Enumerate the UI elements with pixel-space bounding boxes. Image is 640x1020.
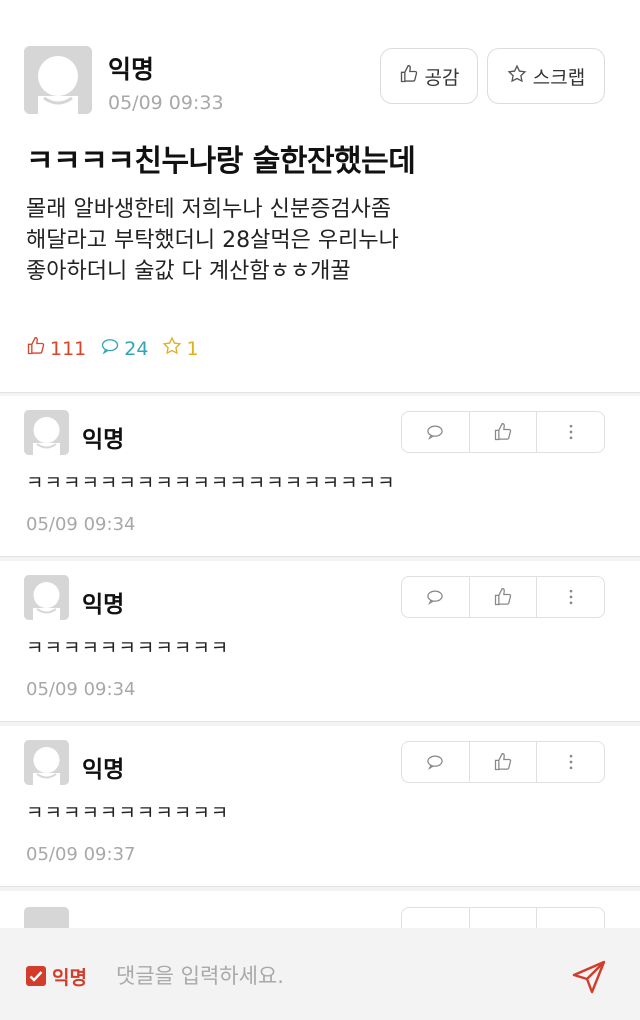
comment-author: 익명 xyxy=(82,427,125,453)
thumbs-up-icon xyxy=(494,753,512,771)
comment-actions xyxy=(401,576,605,618)
comment-actions xyxy=(401,411,605,453)
comment-list: 익명 ㅋㅋㅋㅋㅋㅋㅋㅋㅋㅋㅋㅋㅋㅋㅋㅋㅋㅋㅋㅋ 05/09 09:34 익명 ㅋ… xyxy=(0,396,640,931)
avatar-icon xyxy=(24,575,69,620)
more-options-button[interactable] xyxy=(536,412,604,452)
comment-text: ㅋㅋㅋㅋㅋㅋㅋㅋㅋㅋㅋ xyxy=(26,637,230,659)
more-vertical-icon xyxy=(569,589,573,605)
thumbs-up-icon xyxy=(26,336,46,361)
reply-button[interactable] xyxy=(402,577,469,617)
thumbs-up-icon xyxy=(494,588,512,606)
anonymous-checkbox[interactable] xyxy=(26,966,46,986)
scrap-count: 1 xyxy=(162,336,199,361)
comment-like-button[interactable] xyxy=(468,742,537,782)
star-icon xyxy=(162,336,182,361)
speech-bubble-icon xyxy=(427,755,444,770)
post-body-line: 몰래 알바생한테 저희누나 신분증검사좀 xyxy=(26,197,392,222)
send-icon xyxy=(572,960,606,994)
more-options-button[interactable] xyxy=(536,742,604,782)
avatar-icon xyxy=(24,46,92,114)
send-button[interactable] xyxy=(570,958,608,996)
comment-actions xyxy=(401,741,605,783)
like-button[interactable]: 공감 xyxy=(380,48,478,104)
more-vertical-icon xyxy=(569,424,573,440)
reply-button[interactable] xyxy=(402,412,469,452)
comment-timestamp: 05/09 09:34 xyxy=(26,514,136,535)
avatar-icon xyxy=(24,740,69,785)
comment-item: 익명 ㅋㅋㅋㅋㅋㅋㅋㅋㅋㅋㅋ 05/09 09:34 xyxy=(0,561,640,722)
comment-text: ㅋㅋㅋㅋㅋㅋㅋㅋㅋㅋㅋㅋㅋㅋㅋㅋㅋㅋㅋㅋ xyxy=(26,472,396,494)
comment-timestamp: 05/09 09:37 xyxy=(26,844,136,865)
comment-input[interactable] xyxy=(114,958,548,994)
thumbs-up-icon xyxy=(399,64,419,89)
checkbox-icon xyxy=(29,971,43,982)
speech-bubble-icon xyxy=(427,590,444,605)
comment-count-value: 24 xyxy=(124,337,149,360)
post-body: 몰래 알바생한테 저희누나 신분증검사좀 해달라고 부탁했더니 28살먹은 우리… xyxy=(26,194,616,287)
comment-like-button[interactable] xyxy=(468,412,537,452)
comment-item: 익명 ㅋㅋㅋㅋㅋㅋㅋㅋㅋㅋㅋㅋㅋㅋㅋㅋㅋㅋㅋㅋ 05/09 09:34 xyxy=(0,396,640,557)
speech-bubble-icon xyxy=(427,425,444,440)
comment-timestamp: 05/09 09:34 xyxy=(26,679,136,700)
post-author: 익명 xyxy=(108,55,155,84)
comment-text: ㅋㅋㅋㅋㅋㅋㅋㅋㅋㅋㅋ xyxy=(26,802,230,824)
scrap-button-label: 스크랩 xyxy=(532,66,586,89)
more-vertical-icon xyxy=(569,754,573,770)
post-title: ㅋㅋㅋㅋ친누나랑 술한잔했는데 xyxy=(26,144,416,179)
comment-author: 익명 xyxy=(82,757,125,783)
post-timestamp: 05/09 09:33 xyxy=(108,92,224,114)
post-stats: 111 24 1 xyxy=(26,336,199,361)
speech-bubble-icon xyxy=(100,336,120,361)
comment-author: 익명 xyxy=(82,592,125,618)
scrap-button[interactable]: 스크랩 xyxy=(487,48,605,104)
post-body-line: 해달라고 부탁했더니 28살먹은 우리누나 xyxy=(26,228,399,253)
post-body-line: 좋아하더니 술값 다 계산함ㅎㅎ개꿀 xyxy=(26,259,351,284)
avatar-icon xyxy=(24,410,69,455)
comment-like-button[interactable] xyxy=(468,577,537,617)
comment-item: 익명 ㅋㅋㅋㅋㅋㅋㅋㅋㅋㅋㅋ 05/09 09:37 xyxy=(0,726,640,887)
like-count-value: 111 xyxy=(50,337,87,360)
thumbs-up-icon xyxy=(494,423,512,441)
comment-item-partial xyxy=(0,891,640,931)
anonymous-label[interactable]: 익명 xyxy=(52,963,87,990)
like-button-label: 공감 xyxy=(424,66,460,89)
comment-input-bar: 익명 xyxy=(0,928,640,1020)
star-icon xyxy=(507,64,527,89)
scrap-count-value: 1 xyxy=(186,337,199,360)
like-count: 111 xyxy=(26,336,86,361)
post-card: 익명 05/09 09:33 공감 스크랩 ㅋㅋㅋㅋ친누나랑 술한잔했는데 몰래… xyxy=(0,0,640,393)
reply-button[interactable] xyxy=(402,742,469,782)
more-options-button[interactable] xyxy=(536,577,604,617)
comment-count: 24 xyxy=(100,336,148,361)
